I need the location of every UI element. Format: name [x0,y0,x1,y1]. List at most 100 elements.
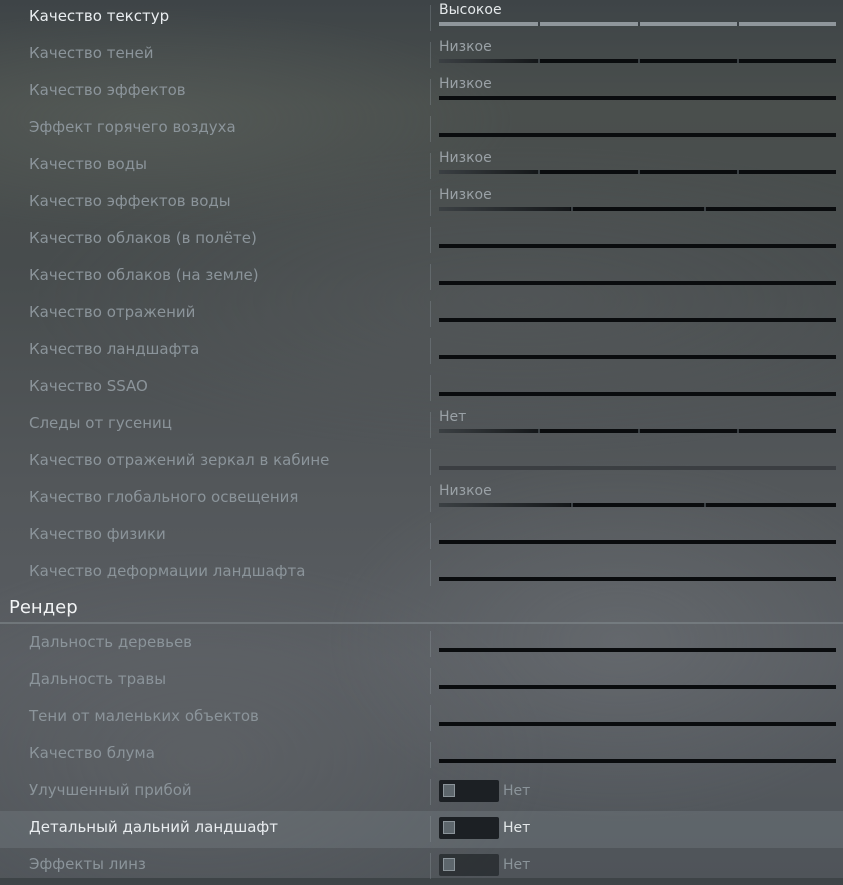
setting-label: Качество текстур [29,7,170,25]
setting-value: Низкое [439,76,492,92]
quality-slider[interactable] [439,429,836,433]
slider-fill [439,59,538,63]
quality-slider[interactable] [439,170,836,174]
setting-row[interactable]: Качество отражений [0,296,843,333]
column-separator [430,227,431,253]
setting-label: Качество деформации ландшафта [29,562,306,580]
slider-tick [638,59,640,63]
slider-tick [538,170,540,174]
quality-slider[interactable] [439,577,836,581]
column-separator [430,5,431,31]
setting-label: Качество SSAO [29,377,148,395]
setting-row[interactable]: Качество блума [0,737,843,774]
setting-row[interactable]: Тени от маленьких объектов [0,700,843,737]
toggle-switch[interactable] [439,854,499,876]
setting-label: Следы от гусениц [29,414,172,432]
quality-slider[interactable] [439,685,836,689]
column-separator [430,523,431,549]
quality-slider[interactable] [439,207,836,211]
setting-row[interactable]: Дальность деревьев [0,626,843,663]
setting-row[interactable]: Качество эффектов воды Низкое [0,185,843,222]
setting-label: Качество отражений [29,303,196,321]
toggle-row[interactable]: Улучшенный прибой Нет [0,774,843,811]
column-separator [430,153,431,179]
setting-label: Дальность травы [29,670,167,688]
quality-slider[interactable] [439,96,836,100]
setting-label: Качество воды [29,155,147,173]
setting-row[interactable]: Качество ландшафта [0,333,843,370]
slider-tick [737,59,739,63]
setting-label: Качество ландшафта [29,340,200,358]
column-separator [430,705,431,731]
toggle-switch[interactable] [439,780,499,802]
toggle-row[interactable]: Эффекты линз Нет [0,848,843,885]
toggle-state: Нет [503,783,531,799]
setting-label: Дальность деревьев [29,633,193,651]
toggle-knob [443,784,455,797]
quality-slider[interactable] [439,59,836,63]
setting-row[interactable]: Качество физики [0,518,843,555]
quality-slider[interactable] [439,722,836,726]
slider-tick [571,207,573,211]
setting-row[interactable]: Качество деформации ландшафта [0,555,843,592]
slider-tick [737,429,739,433]
section-title-render: Рендер [9,597,78,618]
quality-slider[interactable] [439,281,836,285]
slider-fill [439,170,538,174]
setting-value: Высокое [439,2,502,18]
quality-slider[interactable] [439,540,836,544]
toggle-row[interactable]: Детальный дальний ландшафт Нет [0,811,843,848]
slider-tick [704,207,706,211]
setting-row[interactable]: Качество отражений зеркал в кабине [0,444,843,481]
setting-label: Качество эффектов воды [29,192,231,210]
setting-label: Эффект горячего воздуха [29,118,236,136]
column-separator [430,853,431,879]
toggle-switch[interactable] [439,817,499,839]
quality-slider[interactable] [439,22,836,26]
setting-value: Низкое [439,187,492,203]
setting-row[interactable]: Качество текстур Высокое [0,0,843,37]
column-separator [430,668,431,694]
setting-row[interactable]: Качество теней Низкое [0,37,843,74]
setting-label: Качество облаков (в полёте) [29,229,257,247]
setting-row[interactable]: Качество эффектов Низкое [0,74,843,111]
setting-row[interactable]: Качество SSAO [0,370,843,407]
slider-fill [439,503,570,507]
quality-slider[interactable] [439,133,836,137]
quality-slider[interactable] [439,355,836,359]
setting-label: Качество глобального освещения [29,488,299,506]
slider-fill [439,207,570,211]
column-separator [430,375,431,401]
setting-row[interactable]: Качество облаков (на земле) [0,259,843,296]
quality-slider[interactable] [439,503,836,507]
toggle-knob [443,858,455,871]
column-separator [430,116,431,142]
toggle-knob [443,821,455,834]
section-divider [0,622,843,624]
setting-label: Эффекты линз [29,855,146,873]
slider-tick [571,503,573,507]
column-separator [430,79,431,105]
setting-label: Качество физики [29,525,166,543]
setting-label: Качество облаков (на земле) [29,266,259,284]
quality-slider[interactable] [439,759,836,763]
slider-tick [638,170,640,174]
setting-row[interactable]: Дальность травы [0,663,843,700]
setting-value: Низкое [439,39,492,55]
setting-label: Улучшенный прибой [29,781,192,799]
setting-row[interactable]: Следы от гусениц Нет [0,407,843,444]
slider-fill [439,429,538,433]
toggle-state: Нет [503,820,531,836]
setting-value: Нет [439,409,467,425]
setting-row[interactable]: Эффект горячего воздуха [0,111,843,148]
column-separator [430,779,431,805]
slider-tick [638,429,640,433]
column-separator [430,338,431,364]
quality-slider[interactable] [439,318,836,322]
quality-slider[interactable] [439,392,836,396]
setting-row[interactable]: Качество воды Низкое [0,148,843,185]
quality-slider[interactable] [439,648,836,652]
setting-row[interactable]: Качество облаков (в полёте) [0,222,843,259]
quality-slider[interactable] [439,244,836,248]
setting-row[interactable]: Качество глобального освещения Низкое [0,481,843,518]
